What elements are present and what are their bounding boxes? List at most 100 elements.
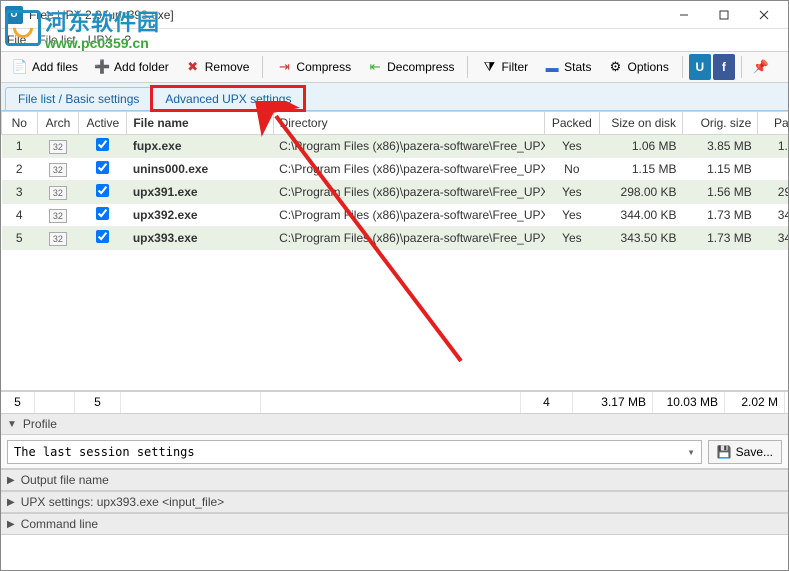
col-packed[interactable]: Packed <box>545 112 599 135</box>
menu-help[interactable]: ? <box>124 33 131 47</box>
col-directory[interactable]: Directory <box>273 112 545 135</box>
cell-active[interactable] <box>79 135 127 158</box>
cell-packedsize: 344.00 <box>758 204 788 227</box>
compress-label: Compress <box>296 60 351 74</box>
file-list-table: No Arch Active File name Directory Packe… <box>1 111 788 391</box>
active-checkbox[interactable] <box>96 184 109 197</box>
collapse-icon: ▼ <box>7 419 17 430</box>
add-folder-label: Add folder <box>114 60 169 74</box>
filter-label: Filter <box>501 60 528 74</box>
expand-icon: ▶ <box>7 519 15 530</box>
cell-packed: Yes <box>545 135 599 158</box>
active-checkbox[interactable] <box>96 230 109 243</box>
decompress-button[interactable]: ⇤ Decompress <box>360 54 461 80</box>
table-row[interactable]: 232unins000.exeC:\Program Files (x86)\pa… <box>2 158 789 181</box>
cell-active[interactable] <box>79 204 127 227</box>
col-filename[interactable]: File name <box>127 112 273 135</box>
upx-link-button[interactable]: U <box>689 54 711 80</box>
decompress-label: Decompress <box>387 60 454 74</box>
save-icon: 💾 <box>717 445 732 459</box>
toolbar-separator <box>741 56 742 78</box>
close-button[interactable] <box>744 4 784 26</box>
cell-arch: 32 <box>37 158 79 181</box>
maximize-button[interactable] <box>704 4 744 26</box>
cell-active[interactable] <box>79 158 127 181</box>
tab-basic-settings[interactable]: File list / Basic settings <box>5 87 152 110</box>
maximize-icon <box>719 10 729 20</box>
cell-origsize: 1.73 MB <box>683 204 758 227</box>
cell-active[interactable] <box>79 181 127 204</box>
cell-directory: C:\Program Files (x86)\pazera-software\F… <box>273 158 545 181</box>
cell-directory: C:\Program Files (x86)\pazera-software\F… <box>273 204 545 227</box>
remove-label: Remove <box>205 60 250 74</box>
col-active[interactable]: Active <box>79 112 127 135</box>
profile-select[interactable]: The last session settings ▾ <box>7 440 702 464</box>
cell-no: 3 <box>2 181 38 204</box>
active-checkbox[interactable] <box>96 161 109 174</box>
tab-advanced-settings[interactable]: Advanced UPX settings <box>152 87 304 110</box>
cell-no: 2 <box>2 158 38 181</box>
col-origsize[interactable]: Orig. size <box>683 112 758 135</box>
pin-button[interactable]: 📌 <box>748 54 774 80</box>
cell-origsize: 3.85 MB <box>683 135 758 158</box>
stats-button[interactable]: ▬ Stats <box>537 54 598 80</box>
menubar: File File list UPX ? <box>1 29 788 51</box>
compress-button[interactable]: ⇥ Compress <box>269 54 358 80</box>
column-headers: No Arch Active File name Directory Packe… <box>2 112 789 135</box>
cell-arch: 32 <box>37 181 79 204</box>
command-line-title: Command line <box>21 517 98 531</box>
cell-arch: 32 <box>37 204 79 227</box>
add-files-button[interactable]: 📄 Add files <box>5 54 85 80</box>
window-title: Free UPX 2.3 [upx393.exe] <box>29 8 664 22</box>
col-arch[interactable]: Arch <box>37 112 79 135</box>
table-row[interactable]: 332upx391.exeC:\Program Files (x86)\paze… <box>2 181 789 204</box>
menu-upx[interactable]: UPX <box>88 33 113 47</box>
menu-filelist[interactable]: File list <box>38 33 75 47</box>
close-icon <box>759 10 769 20</box>
toolbar: 📄 Add files ➕ Add folder ✖ Remove ⇥ Comp… <box>1 51 788 83</box>
stats-icon: ▬ <box>544 59 560 75</box>
menu-file[interactable]: File <box>7 33 26 47</box>
minimize-icon <box>679 10 689 20</box>
facebook-button[interactable]: f <box>713 54 735 80</box>
total-packed: 4 <box>521 392 573 413</box>
total-size: 3.17 MB <box>573 392 653 413</box>
table-row[interactable]: 532 upx393.exeC:\Program Files (x86)\paze… <box>2 227 789 250</box>
cell-no: 5 <box>2 227 38 250</box>
filter-button[interactable]: ⧩ Filter <box>474 54 535 80</box>
col-no[interactable]: No <box>2 112 38 135</box>
profile-value: The last session settings <box>14 445 195 459</box>
cell-packed: Yes <box>545 204 599 227</box>
cell-origsize: 1.73 MB <box>683 227 758 250</box>
cell-size: 298.00 KB <box>599 181 683 204</box>
add-folder-icon: ➕ <box>94 59 110 75</box>
command-line-header[interactable]: ▶ Command line <box>1 513 788 535</box>
cell-packed: Yes <box>545 181 599 204</box>
active-checkbox[interactable] <box>96 207 109 220</box>
app-icon: U <box>5 6 23 24</box>
cell-arch: 32 <box>37 227 79 250</box>
total-count: 5 <box>1 392 35 413</box>
profile-header[interactable]: ▼ Profile <box>1 413 788 435</box>
table-row[interactable]: 132fupx.exeC:\Program Files (x86)\pazera… <box>2 135 789 158</box>
output-filename-header[interactable]: ▶ Output file name <box>1 469 788 491</box>
save-profile-button[interactable]: 💾 Save... <box>708 440 782 464</box>
options-button[interactable]: ⚙ Options <box>601 54 676 80</box>
cell-filename: upx393.exe <box>127 227 273 250</box>
cell-origsize: 1.56 MB <box>683 181 758 204</box>
remove-icon: ✖ <box>185 59 201 75</box>
upx-settings-header[interactable]: ▶ UPX settings: upx393.exe <input_file> <box>1 491 788 513</box>
active-checkbox[interactable] <box>96 138 109 151</box>
col-packedsize[interactable]: Packed <box>758 112 788 135</box>
cell-active[interactable] <box>79 227 127 250</box>
cell-arch: 32 <box>37 135 79 158</box>
compress-icon: ⇥ <box>276 59 292 75</box>
minimize-button[interactable] <box>664 4 704 26</box>
col-size[interactable]: Size on disk <box>599 112 683 135</box>
cell-directory: C:\Program Files (x86)\pazera-software\F… <box>273 135 545 158</box>
remove-button[interactable]: ✖ Remove <box>178 54 257 80</box>
add-folder-button[interactable]: ➕ Add folder <box>87 54 176 80</box>
table-row[interactable]: 432upx392.exeC:\Program Files (x86)\paze… <box>2 204 789 227</box>
cell-directory: C:\Program Files (x86)\pazera-software\F… <box>273 227 545 250</box>
cell-size: 1.06 MB <box>599 135 683 158</box>
